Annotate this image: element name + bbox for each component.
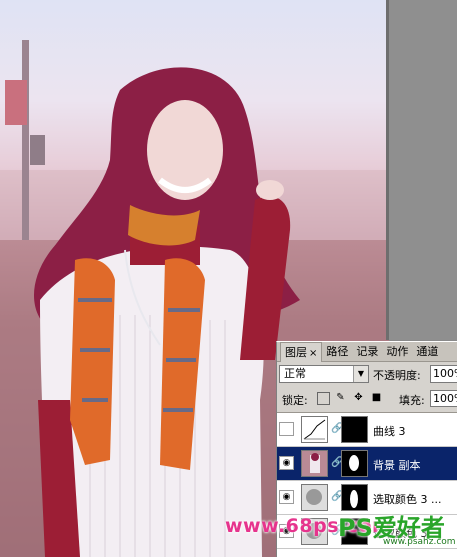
lock-fill-row: 锁定: ✎ ✥ ■ 填充: 100% (279, 390, 457, 408)
lock-all-icon[interactable]: ■ (371, 392, 382, 403)
blend-mode-value: 正常 (284, 367, 306, 380)
tab-layers-label: 图层 (285, 346, 307, 359)
layer-mask-thumb[interactable] (341, 450, 368, 477)
visibility-toggle[interactable] (279, 422, 294, 436)
layer-name: 选取颜色 3 ... (373, 493, 442, 506)
fill-input[interactable]: 100% (430, 390, 457, 407)
tab-layers[interactable]: 图层 × (280, 342, 323, 362)
opacity-label: 不透明度: (373, 369, 421, 382)
layer-thumb (301, 450, 328, 477)
blend-mode-select[interactable]: 正常 ▼ (279, 365, 369, 383)
layer-row[interactable]: 🔗 曲线 3 (277, 413, 457, 447)
tab-history[interactable]: 记录 (352, 342, 382, 361)
selective-color-icon (301, 484, 328, 511)
panel-tabs: 图层 × 路径 记录 动作 通道 (277, 342, 457, 362)
tab-close-icon[interactable]: × (309, 348, 317, 359)
lock-label: 锁定: (282, 394, 308, 407)
eye-icon[interactable]: ◉ (279, 490, 294, 504)
layer-row[interactable]: ◉ 🔗 背景 副本 (277, 447, 457, 481)
tab-paths[interactable]: 路径 (322, 342, 352, 361)
canvas-background (389, 0, 457, 340)
opacity-input[interactable]: 100% (430, 365, 457, 383)
layer-name: 背景 副本 (373, 459, 421, 472)
fill-label: 填充: (399, 394, 425, 407)
eye-icon[interactable]: ◉ (279, 456, 294, 470)
tab-channels[interactable]: 通道 (412, 342, 442, 361)
curves-adjustment-icon (301, 416, 328, 443)
watermark-sub: www.psahz.com (383, 537, 456, 547)
chevron-down-icon[interactable]: ▼ (353, 366, 368, 382)
layer-name: 曲线 3 (373, 425, 406, 438)
blend-opacity-row: 正常 ▼ 不透明度: 100% (279, 365, 457, 385)
layer-mask-thumb[interactable] (341, 484, 368, 511)
layer-mask-thumb[interactable] (341, 416, 368, 443)
lock-move-icon[interactable]: ✥ (353, 392, 364, 403)
tab-actions[interactable]: 动作 (382, 342, 412, 361)
lock-paint-icon[interactable]: ✎ (335, 392, 346, 403)
lock-transparency-icon[interactable] (317, 392, 330, 405)
